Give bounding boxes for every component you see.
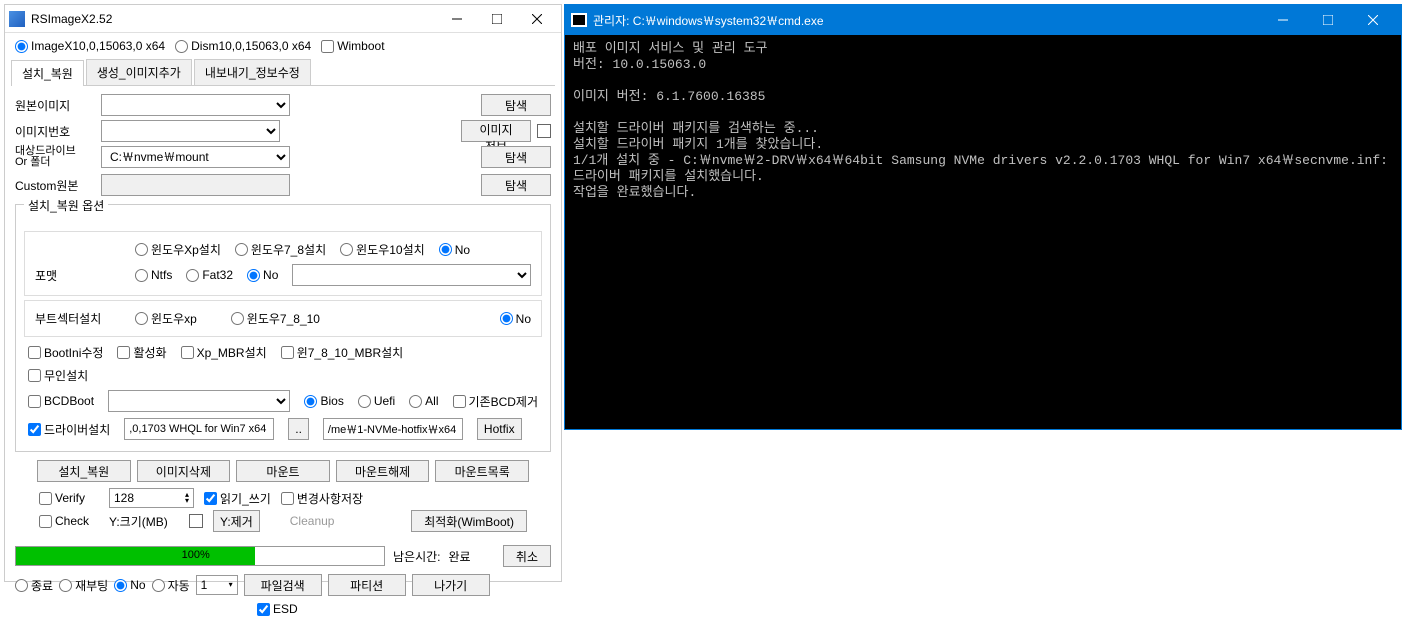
mount-button[interactable]: 마운트 xyxy=(236,460,330,482)
bootsector-label: 부트섹터설치 xyxy=(35,310,121,327)
os-win10-radio[interactable]: 윈도우10설치 xyxy=(340,241,425,258)
minimize-button[interactable] xyxy=(437,6,477,32)
window-title: RSImageX2.52 xyxy=(31,12,437,26)
cmd-close-button[interactable] xyxy=(1350,5,1395,35)
fmt-no-radio[interactable]: No xyxy=(247,268,278,282)
unknown-checkbox[interactable] xyxy=(537,124,551,138)
browse-target-button[interactable]: 탐색 xyxy=(481,146,551,168)
target-drive-combo[interactable]: C:￦nvme￦mount xyxy=(101,146,290,168)
unmount-button[interactable]: 마운트해제 xyxy=(336,460,430,482)
os-win78-radio[interactable]: 윈도우7_8설치 xyxy=(235,241,326,258)
cmd-minimize-button[interactable] xyxy=(1260,5,1305,35)
image-index-combo[interactable] xyxy=(101,120,280,142)
close-button[interactable] xyxy=(517,6,557,32)
driver-install-check[interactable]: 드라이버설치 xyxy=(28,421,110,438)
bcd-uefi-radio[interactable]: Uefi xyxy=(358,394,395,408)
format-label: 포맷 xyxy=(35,267,121,284)
bcdboot-check[interactable]: BCDBoot xyxy=(28,394,94,408)
end-spin[interactable]: 1▾ xyxy=(196,575,238,595)
mount-list-button[interactable]: 마운트목록 xyxy=(435,460,529,482)
mode-dism-radio[interactable]: Dism10,0,15063,0 x64 xyxy=(175,39,311,53)
end-no-radio[interactable]: No xyxy=(114,578,145,592)
tab-install-restore[interactable]: 설치_복원 xyxy=(11,60,84,86)
driver-path1-field[interactable]: ,0,1703 WHQL for Win7 x64 xyxy=(124,418,274,440)
end-reboot-radio[interactable]: 재부팅 xyxy=(59,577,108,594)
driver-browse-button[interactable]: .. xyxy=(288,418,309,440)
boot-no-radio[interactable]: No xyxy=(500,312,531,326)
bcd-remove-check[interactable]: 기존BCD제거 xyxy=(453,393,539,410)
readwrite-check[interactable]: 읽기_쓰기 xyxy=(204,490,271,507)
maximize-button[interactable] xyxy=(477,6,517,32)
app-icon xyxy=(9,11,25,27)
boot-xp-radio[interactable]: 윈도우xp xyxy=(135,310,197,327)
cmd-titlebar: 관리자: C:￦windows￦system32￦cmd.exe xyxy=(565,5,1401,35)
win7mbr-check[interactable]: 윈7_8_10_MBR설치 xyxy=(281,344,404,361)
cmd-title: 관리자: C:￦windows￦system32￦cmd.exe xyxy=(593,12,1260,29)
bootini-check[interactable]: BootIni수정 xyxy=(28,344,103,361)
mode-imagex-radio[interactable]: ImageX10,0,15063,0 x64 xyxy=(15,39,165,53)
cmd-window: 관리자: C:￦windows￦system32￦cmd.exe 배포 이미지 … xyxy=(564,4,1402,430)
bcdboot-combo[interactable] xyxy=(108,390,290,412)
titlebar: RSImageX2.52 xyxy=(5,5,561,33)
end-shutdown-radio[interactable]: 종료 xyxy=(15,577,53,594)
bcd-bios-radio[interactable]: Bios xyxy=(304,394,343,408)
image-info-button[interactable]: 이미지정보 xyxy=(461,120,531,142)
os-no-radio[interactable]: No xyxy=(439,243,470,257)
cmd-icon xyxy=(571,13,587,27)
install-restore-options-group: 설치_복원 옵션 윈도우Xp설치 윈도우7_8설치 윈도우10설치 No 포맷 … xyxy=(15,204,551,452)
file-search-button[interactable]: 파일검색 xyxy=(244,574,322,596)
options-legend: 설치_복원 옵션 xyxy=(24,197,108,214)
driver-path2-field[interactable]: /me￦1-NVMe-hotfix￦x64 xyxy=(323,418,463,440)
cleanup-label: Cleanup xyxy=(290,514,335,528)
boot-win7810-radio[interactable]: 윈도우7_8_10 xyxy=(231,310,320,327)
fmt-ntfs-radio[interactable]: Ntfs xyxy=(135,268,172,282)
y-remove-button[interactable]: Y:제거 xyxy=(213,510,260,532)
bcd-all-radio[interactable]: All xyxy=(409,394,438,408)
source-image-combo[interactable] xyxy=(101,94,290,116)
source-image-label: 원본이미지 xyxy=(15,97,95,114)
cancel-button[interactable]: 취소 xyxy=(503,545,551,567)
custom-source-field[interactable] xyxy=(101,174,290,196)
tab-export-edit[interactable]: 내보내기_정보수정 xyxy=(194,59,311,85)
ysize-label: Y:크기(MB) xyxy=(109,513,179,530)
delete-image-button[interactable]: 이미지삭제 xyxy=(137,460,231,482)
browse-custom-button[interactable]: 탐색 xyxy=(481,174,551,196)
target-drive-label: 대상드라이브 Or 폴더 xyxy=(15,146,95,168)
tab-create-append[interactable]: 생성_이미지추가 xyxy=(86,59,192,85)
activate-check[interactable]: 활성화 xyxy=(117,344,166,361)
console-output: 배포 이미지 서비스 및 관리 도구 버전: 10.0.15063.0 이미지 … xyxy=(565,35,1401,207)
esd-check[interactable]: ESD xyxy=(257,602,298,616)
os-xp-radio[interactable]: 윈도우Xp설치 xyxy=(135,241,221,258)
progress-bar: 100% xyxy=(15,546,385,566)
check-check[interactable]: Check xyxy=(39,514,99,528)
rsimagex-window: RSImageX2.52 ImageX10,0,15063,0 x64 Dism… xyxy=(4,4,562,582)
wimboot-check[interactable]: Wimboot xyxy=(321,39,384,53)
size-spinbox[interactable]: 128▴▾ xyxy=(109,488,194,508)
install-restore-button[interactable]: 설치_복원 xyxy=(37,460,131,482)
remaining-label: 남은시간: xyxy=(393,548,441,565)
tabs: 설치_복원 생성_이미지추가 내보내기_정보수정 xyxy=(11,59,555,86)
xpmbr-check[interactable]: Xp_MBR설치 xyxy=(181,344,267,361)
partition-button[interactable]: 파티션 xyxy=(328,574,406,596)
ysize-box[interactable] xyxy=(189,514,203,528)
unattend-check[interactable]: 무인설치 xyxy=(28,367,88,384)
optimize-wimboot-button[interactable]: 최적화(WimBoot) xyxy=(411,510,527,532)
browse-source-button[interactable]: 탐색 xyxy=(481,94,551,116)
save-changes-check[interactable]: 변경사항저장 xyxy=(281,490,363,507)
custom-source-label: Custom원본 xyxy=(15,177,95,194)
hotfix-button[interactable]: Hotfix xyxy=(477,418,522,440)
remaining-value: 완료 xyxy=(449,548,471,565)
cmd-maximize-button[interactable] xyxy=(1305,5,1350,35)
image-index-label: 이미지번호 xyxy=(15,123,95,140)
end-auto-radio[interactable]: 자동 xyxy=(152,577,190,594)
verify-check[interactable]: Verify xyxy=(39,491,99,505)
fmt-fat32-radio[interactable]: Fat32 xyxy=(186,268,233,282)
format-combo[interactable] xyxy=(292,264,531,286)
exit-button[interactable]: 나가기 xyxy=(412,574,490,596)
